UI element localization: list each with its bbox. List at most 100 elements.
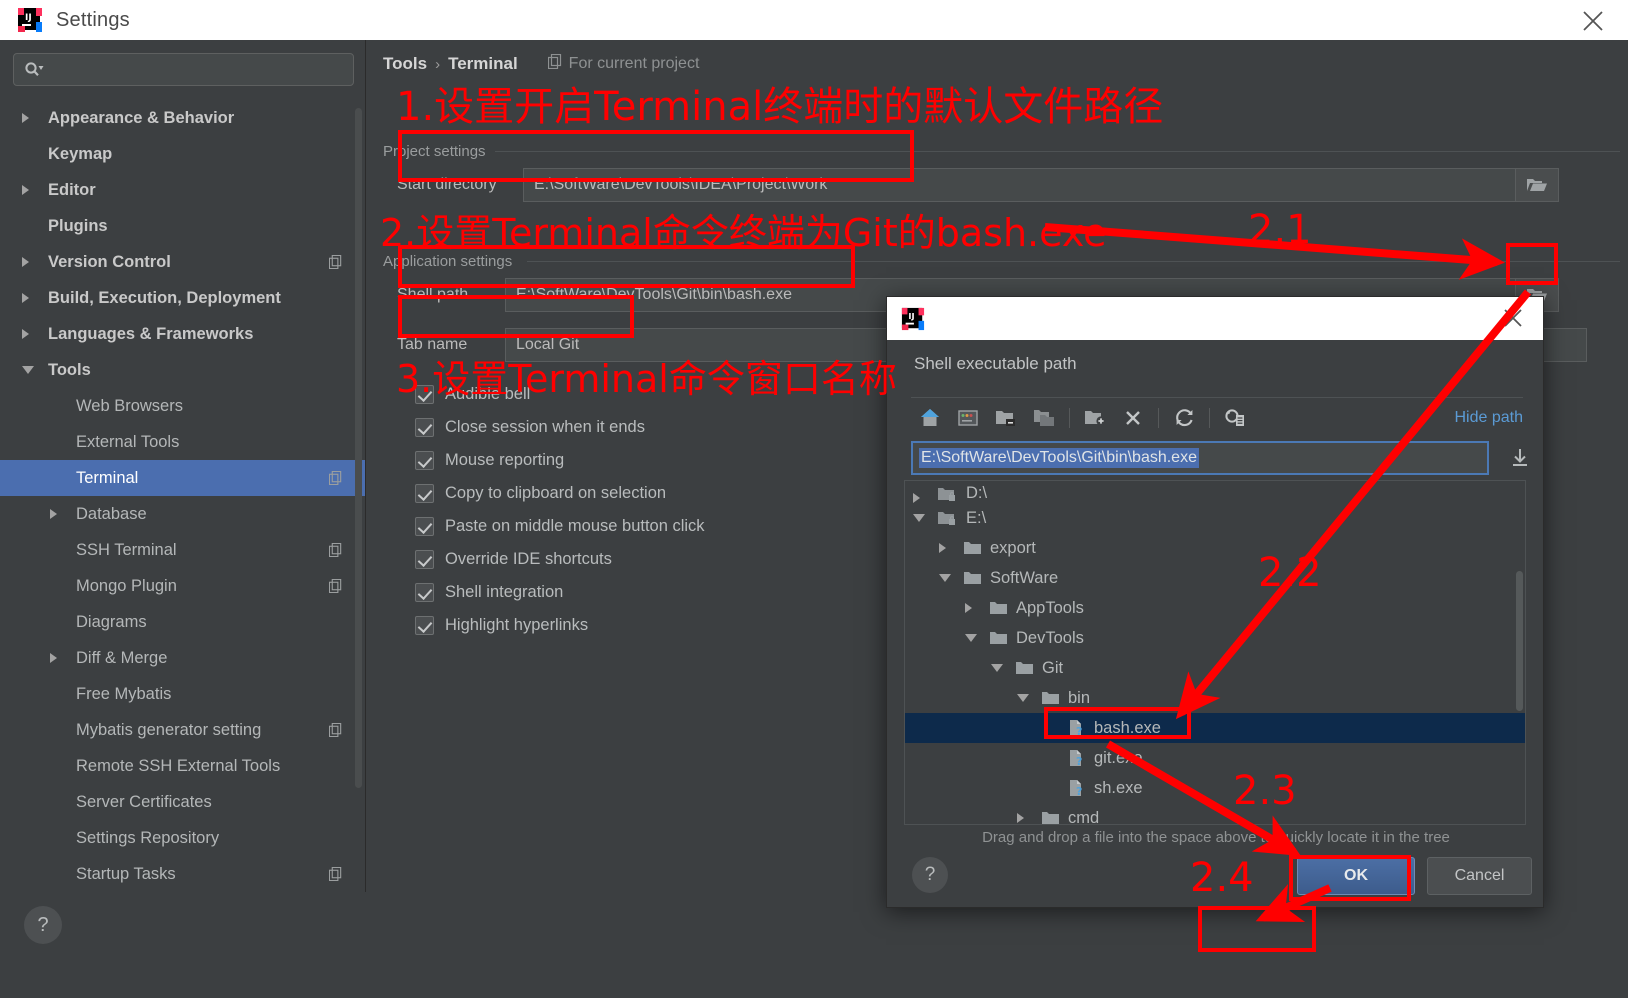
sidebar-item-diagrams[interactable]: Diagrams (0, 604, 365, 640)
sidebar-item-label: Server Certificates (76, 792, 212, 811)
chevron-right-icon[interactable] (965, 603, 989, 613)
desktop-icon[interactable] (949, 401, 987, 435)
home-icon[interactable] (911, 401, 949, 435)
checkbox-audible-bell[interactable]: Audible bell (415, 385, 530, 404)
chevron-right-icon[interactable] (22, 113, 48, 123)
sidebar-item-external-tools[interactable]: External Tools (0, 424, 365, 460)
file-tree-row-sh-exe[interactable]: ? sh.exe (905, 773, 1525, 803)
chevron-down-icon[interactable] (1017, 694, 1041, 702)
sidebar-item-tools[interactable]: Tools (0, 352, 365, 388)
chevron-right-icon[interactable] (50, 653, 76, 663)
file-tree-row-git-exe[interactable]: ? git.exe (905, 743, 1525, 773)
checkbox-shell-integration[interactable]: Shell integration (415, 583, 563, 602)
checkbox-close-session-when-it-ends[interactable]: Close session when it ends (415, 418, 645, 437)
sidebar-item-remote-ssh-external-tools[interactable]: Remote SSH External Tools (0, 748, 365, 784)
expand-folders-icon[interactable] (1025, 401, 1063, 435)
breadcrumb-parent[interactable]: Tools (383, 54, 427, 74)
chevron-down-glyph (913, 514, 925, 522)
chevron-right-icon[interactable] (22, 293, 48, 303)
svg-text:?: ? (1076, 785, 1082, 797)
close-icon[interactable] (1580, 8, 1606, 34)
search-field[interactable] (13, 53, 354, 86)
sidebar-item-keymap[interactable]: Keymap (0, 136, 365, 172)
sidebar-item-version-control[interactable]: Version Control (0, 244, 365, 280)
chevron-down-icon[interactable] (913, 514, 937, 522)
file-tree-row-cmd[interactable]: cmd (905, 803, 1525, 824)
dialog-ok-button[interactable]: OK (1297, 857, 1415, 895)
dialog-help-button[interactable]: ? (912, 857, 948, 893)
chevron-right-icon[interactable] (1017, 813, 1041, 823)
start-directory-browse-button[interactable] (1515, 168, 1559, 202)
file-tree-row-software[interactable]: SoftWare (905, 563, 1525, 593)
sidebar-item-ssh-terminal[interactable]: SSH Terminal (0, 532, 365, 568)
unknown-file-icon: ? (1067, 719, 1086, 737)
collapse-folder-icon[interactable] (987, 401, 1025, 435)
checkbox-checkmark-icon[interactable] (415, 616, 434, 635)
refresh-icon[interactable] (1165, 401, 1203, 435)
chevron-right-icon[interactable] (913, 493, 937, 503)
unknown-file-icon: ? (1067, 779, 1086, 797)
file-tree-row-export[interactable]: export (905, 533, 1525, 563)
chevron-right-icon[interactable] (22, 329, 48, 339)
chevron-right-icon[interactable] (939, 543, 963, 553)
checkbox-highlight-hyperlinks[interactable]: Highlight hyperlinks (415, 616, 588, 635)
file-tree-row-devtools[interactable]: DevTools (905, 623, 1525, 653)
file-tree-label: E:\ (966, 508, 987, 527)
file-tree-row-apptools[interactable]: AppTools (905, 593, 1525, 623)
chevron-right-glyph (939, 543, 946, 553)
path-input[interactable]: E:\SoftWare\DevTools\Git\bin\bash.exe (911, 441, 1489, 475)
sidebar-item-build-execution-deployment[interactable]: Build, Execution, Deployment (0, 280, 365, 316)
file-tree-row-bash-exe[interactable]: ? bash.exe (905, 713, 1525, 743)
checkbox-checkmark-icon[interactable] (415, 418, 434, 437)
sidebar-item-web-browsers[interactable]: Web Browsers (0, 388, 365, 424)
search-input[interactable] (44, 61, 353, 78)
download-icon[interactable] (1507, 445, 1533, 471)
sidebar-item-mybatis-generator-setting[interactable]: Mybatis generator setting (0, 712, 365, 748)
sidebar-item-editor[interactable]: Editor (0, 172, 365, 208)
chevron-down-icon[interactable] (965, 634, 989, 642)
file-tree-row-git[interactable]: Git (905, 653, 1525, 683)
checkbox-copy-to-clipboard-on-selection[interactable]: Copy to clipboard on selection (415, 484, 666, 503)
chevron-right-icon[interactable] (22, 257, 48, 267)
help-button[interactable]: ? (24, 906, 62, 944)
file-tree-row-e[interactable]: E:\ (905, 503, 1525, 533)
chevron-right-icon[interactable] (22, 185, 48, 195)
sidebar-item-database[interactable]: Database (0, 496, 365, 532)
file-tree-row-d[interactable]: D:\ (905, 481, 1525, 503)
checkbox-override-ide-shortcuts[interactable]: Override IDE shortcuts (415, 550, 612, 569)
checkbox-checkmark-icon[interactable] (415, 583, 434, 602)
checkbox-checkmark-icon[interactable] (415, 484, 434, 503)
drive-locked-icon (937, 510, 958, 527)
delete-icon[interactable] (1114, 401, 1152, 435)
chevron-down-icon[interactable] (991, 664, 1015, 672)
shell-path-label: Shell path (383, 286, 505, 304)
sidebar-item-plugins[interactable]: Plugins (0, 208, 365, 244)
checkbox-checkmark-icon[interactable] (415, 550, 434, 569)
sidebar-item-server-certificates[interactable]: Server Certificates (0, 784, 365, 820)
folder-icon (1041, 690, 1060, 706)
sidebar-item-free-mybatis[interactable]: Free Mybatis (0, 676, 365, 712)
show-hidden-files-icon[interactable] (1216, 401, 1254, 435)
sidebar-item-diff-merge[interactable]: Diff & Merge (0, 640, 365, 676)
sidebar-item-startup-tasks[interactable]: Startup Tasks (0, 856, 365, 890)
sidebar-item-appearance-behavior[interactable]: Appearance & Behavior (0, 100, 365, 136)
chevron-right-icon[interactable] (50, 509, 76, 519)
checkbox-mouse-reporting[interactable]: Mouse reporting (415, 451, 564, 470)
dialog-cancel-button[interactable]: Cancel (1427, 857, 1532, 895)
checkbox-checkmark-icon[interactable] (415, 517, 434, 536)
start-directory-input[interactable]: E:\SoftWare\DevTools\IDEA\Project\Work (523, 168, 1543, 202)
hide-path-link[interactable]: Hide path (1455, 409, 1524, 427)
chevron-down-icon[interactable] (22, 366, 48, 374)
sidebar-scrollbar[interactable] (355, 108, 362, 788)
checkbox-checkmark-icon[interactable] (415, 385, 434, 404)
close-icon[interactable] (1501, 306, 1525, 330)
new-folder-icon[interactable] (1076, 401, 1114, 435)
sidebar-item-mongo-plugin[interactable]: Mongo Plugin (0, 568, 365, 604)
file-tree-row-bin[interactable]: bin (905, 683, 1525, 713)
chevron-down-icon[interactable] (939, 574, 963, 582)
sidebar-item-settings-repository[interactable]: Settings Repository (0, 820, 365, 856)
checkbox-paste-on-middle-mouse-button-click[interactable]: Paste on middle mouse button click (415, 517, 705, 536)
checkbox-checkmark-icon[interactable] (415, 451, 434, 470)
sidebar-item-languages-frameworks[interactable]: Languages & Frameworks (0, 316, 365, 352)
sidebar-item-terminal[interactable]: Terminal (0, 460, 365, 496)
